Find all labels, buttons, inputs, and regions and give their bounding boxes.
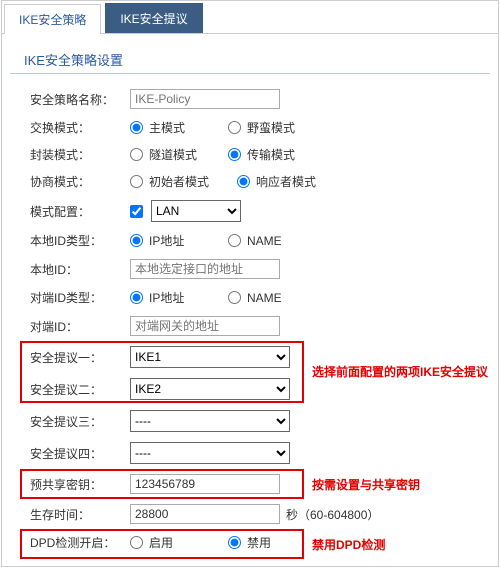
row-lifetime: 生存时间： 秒（60-604800）	[2, 499, 498, 529]
radio-encap-transport-input[interactable]	[228, 148, 241, 161]
input-psk[interactable]	[130, 474, 280, 494]
radio-localid-ip-input[interactable]	[130, 234, 143, 247]
row-exchange-mode: 交换模式： 主模式 野蛮模式	[2, 114, 498, 141]
radio-peerid-name-label: NAME	[247, 291, 282, 305]
lifetime-suffix: 秒（60-604800）	[286, 506, 379, 523]
label-proposal3: 安全提议三：	[30, 413, 130, 430]
row-proposal1: 安全提议一： IKE1	[2, 341, 498, 373]
tab-bar: IKE安全策略 IKE安全提议	[2, 1, 498, 34]
radio-nego-initiator[interactable]: 初始者模式	[130, 173, 209, 190]
row-encap-mode: 封装模式： 隧道模式 传输模式	[2, 141, 498, 168]
row-local-id: 本地ID：	[2, 254, 498, 284]
radio-dpd-enable-input[interactable]	[130, 536, 143, 549]
label-proposal4: 安全提议四：	[30, 445, 130, 462]
row-proposal2: 安全提议二： IKE2	[2, 373, 498, 405]
select-proposal3[interactable]: ----	[130, 410, 290, 432]
label-exchange-mode: 交换模式：	[30, 119, 130, 136]
radio-encap-transport[interactable]: 传输模式	[228, 146, 298, 163]
radio-localid-ip[interactable]: IP地址	[130, 232, 200, 249]
label-peer-id-type: 对端ID类型：	[30, 289, 130, 306]
row-policy-name: 安全策略名称：	[2, 84, 498, 114]
row-psk: 预共享密钥：	[2, 469, 498, 499]
radio-nego-responder-input[interactable]	[237, 175, 250, 188]
select-proposal2[interactable]: IKE2	[130, 378, 290, 400]
radio-exchange-aggr-label: 野蛮模式	[247, 119, 295, 136]
label-mode-config: 模式配置：	[30, 203, 130, 220]
label-encap-mode: 封装模式：	[30, 146, 130, 163]
radio-encap-tunnel[interactable]: 隧道模式	[130, 146, 200, 163]
label-nego-mode: 协商模式：	[30, 173, 130, 190]
row-peer-id: 对端ID：	[2, 311, 498, 341]
proposals-block: 选择前面配置的两项IKE安全提议 安全提议一： IKE1 安全提议二： IKE2	[2, 341, 498, 405]
radio-peerid-ip[interactable]: IP地址	[130, 289, 200, 306]
tab-ike-proposal[interactable]: IKE安全提议	[105, 3, 202, 33]
tab-ike-policy[interactable]: IKE安全策略	[4, 4, 101, 34]
radio-nego-responder-label: 响应者模式	[256, 173, 316, 190]
input-policy-name[interactable]	[130, 89, 280, 109]
section-title: IKE安全策略设置	[10, 40, 490, 74]
radio-encap-tunnel-label: 隧道模式	[149, 146, 197, 163]
label-dpd: DPD检测开启：	[30, 534, 130, 551]
radio-exchange-aggr-input[interactable]	[228, 121, 241, 134]
select-mode-config[interactable]: LAN	[151, 200, 241, 222]
row-nego-mode: 协商模式： 初始者模式 响应者模式	[2, 168, 498, 195]
label-psk: 预共享密钥：	[30, 476, 130, 493]
radio-dpd-enable-label: 启用	[149, 534, 173, 551]
label-proposal2: 安全提议二：	[30, 381, 130, 398]
input-local-id[interactable]	[130, 259, 280, 279]
radio-nego-initiator-label: 初始者模式	[149, 173, 209, 190]
radio-localid-ip-label: IP地址	[149, 232, 184, 249]
row-dpd: DPD检测开启： 启用 禁用	[2, 529, 498, 556]
radio-dpd-disable[interactable]: 禁用	[228, 534, 298, 551]
radio-exchange-main-input[interactable]	[130, 121, 143, 134]
radio-encap-tunnel-input[interactable]	[130, 148, 143, 161]
input-peer-id[interactable]	[130, 316, 280, 336]
radio-localid-name-input[interactable]	[228, 234, 241, 247]
psk-block: 按需设置与共享密钥 预共享密钥：	[2, 469, 498, 499]
dpd-block: 禁用DPD检测 DPD检测开启： 启用 禁用	[2, 529, 498, 556]
label-local-id: 本地ID：	[30, 261, 130, 278]
checkbox-mode-config[interactable]	[130, 205, 143, 218]
label-local-id-type: 本地ID类型：	[30, 232, 130, 249]
row-peer-id-type: 对端ID类型： IP地址 NAME	[2, 284, 498, 311]
radio-dpd-disable-input[interactable]	[228, 536, 241, 549]
select-proposal1[interactable]: IKE1	[130, 346, 290, 368]
radio-exchange-aggr[interactable]: 野蛮模式	[228, 119, 298, 136]
row-proposal4: 安全提议四： ----	[2, 437, 498, 469]
row-local-id-type: 本地ID类型： IP地址 NAME	[2, 227, 498, 254]
select-proposal4[interactable]: ----	[130, 442, 290, 464]
input-lifetime[interactable]	[130, 504, 280, 524]
radio-exchange-main-label: 主模式	[149, 119, 185, 136]
radio-dpd-disable-label: 禁用	[247, 534, 271, 551]
radio-peerid-name-input[interactable]	[228, 291, 241, 304]
label-proposal1: 安全提议一：	[30, 349, 130, 366]
radio-peerid-ip-input[interactable]	[130, 291, 143, 304]
page-container: IKE安全策略 IKE安全提议 IKE安全策略设置 安全策略名称： 交换模式： …	[1, 0, 499, 567]
label-policy-name: 安全策略名称：	[30, 91, 130, 108]
radio-exchange-main[interactable]: 主模式	[130, 119, 200, 136]
radio-peerid-name[interactable]: NAME	[228, 291, 298, 305]
radio-localid-name-label: NAME	[247, 234, 282, 248]
radio-localid-name[interactable]: NAME	[228, 234, 298, 248]
radio-dpd-enable[interactable]: 启用	[130, 534, 200, 551]
row-proposal3: 安全提议三： ----	[2, 405, 498, 437]
radio-nego-responder[interactable]: 响应者模式	[237, 173, 316, 190]
radio-encap-transport-label: 传输模式	[247, 146, 295, 163]
row-mode-config: 模式配置： LAN	[2, 195, 498, 227]
label-lifetime: 生存时间：	[30, 506, 130, 523]
radio-nego-initiator-input[interactable]	[130, 175, 143, 188]
label-peer-id: 对端ID：	[30, 318, 130, 335]
radio-peerid-ip-label: IP地址	[149, 289, 184, 306]
